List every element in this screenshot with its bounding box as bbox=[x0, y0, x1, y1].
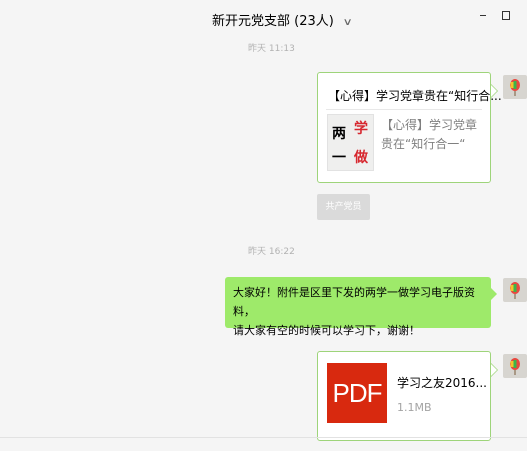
avatar[interactable] bbox=[503, 75, 527, 99]
pdf-file-icon: PDF bbox=[327, 363, 387, 423]
chat-header: 新开元党支部 (23人) ∨ bbox=[0, 0, 527, 34]
file-name: 学习之友2016... bbox=[397, 376, 487, 390]
thumbnail-char: 做 bbox=[354, 150, 368, 166]
thumbnail-char: 一 bbox=[332, 150, 346, 166]
avatar[interactable] bbox=[503, 278, 527, 302]
link-card-description: 【心得】学习党章贵在“知行合一“ bbox=[381, 118, 478, 151]
minimize-icon[interactable] bbox=[479, 9, 489, 21]
member-count: (23人) bbox=[294, 14, 334, 29]
balloon-icon bbox=[510, 358, 520, 375]
maximize-icon[interactable] bbox=[501, 9, 511, 21]
text-message-bubble[interactable]: 大家好！附件是区里下发的两学一做学习电子版资料， 请大家有空的时候可以学习下，谢… bbox=[225, 277, 497, 337]
chat-title[interactable]: 新开元党支部 (23人) ∨ bbox=[212, 10, 353, 29]
sender-tag: 共产党员 bbox=[317, 194, 370, 220]
chevron-down-icon[interactable]: ∨ bbox=[343, 17, 353, 28]
thumbnail-char: 学 bbox=[354, 121, 368, 137]
link-card-title: 【心得】学习党章贵在“知行合... bbox=[328, 89, 502, 103]
timestamp: 昨天 16:22 bbox=[248, 247, 295, 257]
link-card-thumbnail: 两 学 一 做 bbox=[327, 114, 374, 171]
avatar[interactable] bbox=[503, 354, 527, 378]
divider bbox=[326, 109, 482, 110]
message-text-line: 大家好！附件是区里下发的两学一做学习电子版资料， bbox=[233, 286, 475, 318]
file-message-card[interactable]: PDF 学习之友2016... 1.1MB bbox=[317, 351, 498, 441]
balloon-icon bbox=[510, 79, 520, 96]
timestamp: 昨天 11:13 bbox=[248, 44, 295, 54]
link-card-message[interactable]: 【心得】学习党章贵在“知行合... 两 学 一 做 【心得】学习党章贵在“知行合… bbox=[317, 72, 502, 183]
thumbnail-char: 两 bbox=[332, 126, 346, 142]
group-name: 新开元党支部 bbox=[212, 14, 291, 29]
message-text-line: 请大家有空的时候可以学习下，谢谢！ bbox=[233, 324, 420, 337]
file-size: 1.1MB bbox=[397, 401, 432, 414]
input-area-divider bbox=[0, 437, 527, 438]
balloon-icon bbox=[510, 282, 520, 299]
